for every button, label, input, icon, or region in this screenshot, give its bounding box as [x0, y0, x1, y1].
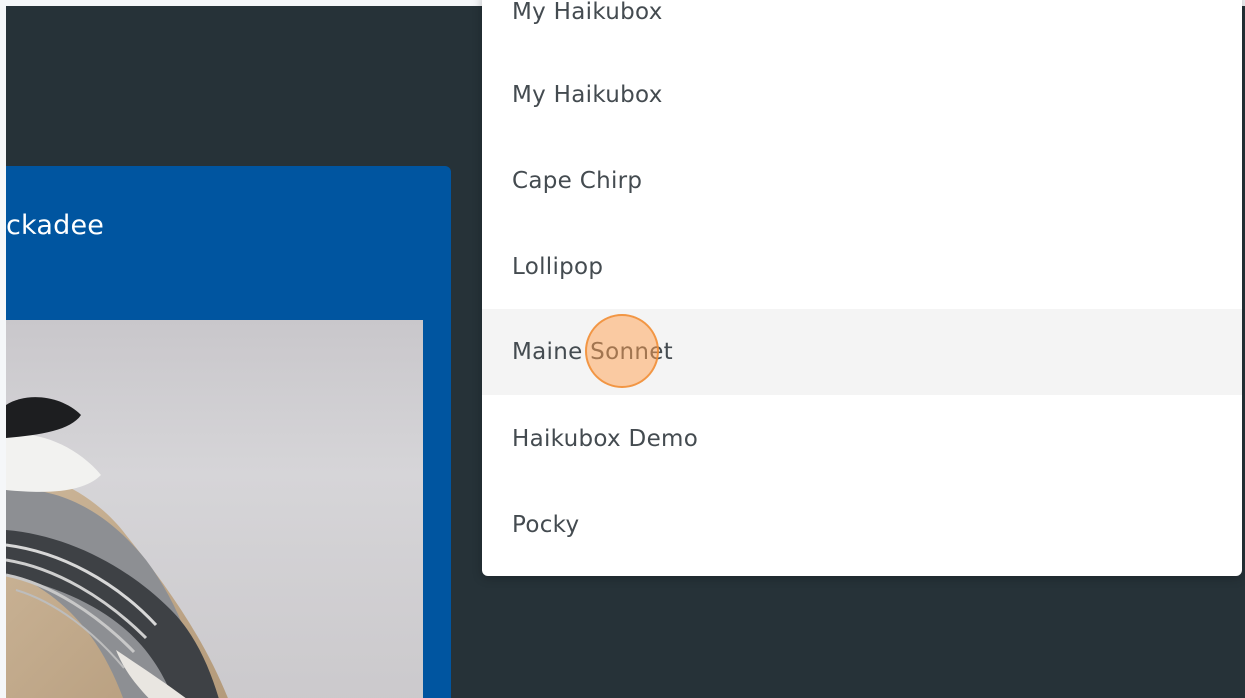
menu-item-haikubox-demo[interactable]: Haikubox Demo — [482, 396, 1242, 482]
menu-item-pocky[interactable]: Pocky — [482, 482, 1242, 568]
menu-item-lollipop[interactable]: Lollipop — [482, 224, 1242, 310]
menu-item-cape-chirp[interactable]: Cape Chirp — [482, 138, 1242, 224]
menu-item-my-haikubox-partial[interactable]: My Haikubox — [482, 0, 1242, 55]
menu-item-maine-sonnet[interactable]: Maine Sonnet — [482, 309, 1242, 395]
menu-item-my-haikubox[interactable]: My Haikubox — [482, 52, 1242, 138]
bird-name-title: ckadee — [6, 210, 105, 241]
bird-card: ckadee — [6, 166, 451, 698]
haikubox-dropdown-menu: My Haikubox My Haikubox Cape Chirp Lolli… — [482, 0, 1242, 576]
chickadee-illustration — [6, 397, 228, 698]
bird-photo — [6, 320, 423, 698]
